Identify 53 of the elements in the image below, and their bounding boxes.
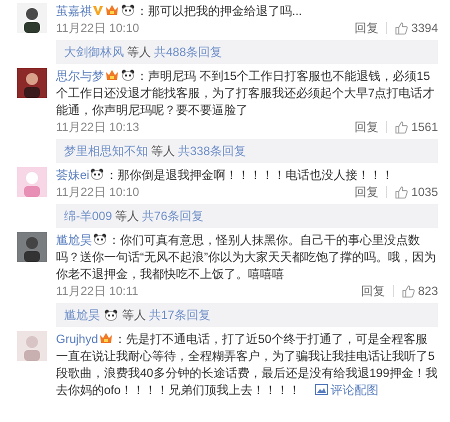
comment-text: 思尔与梦 ：声明尼玛 不到15个工作日打客服也不能退钱，必须15个工作日还没退才能找客服，为了打客服我还必须起个大早7点打电话才能通，你声明尼玛呢？要不要逼脸了 bbox=[56, 68, 436, 119]
comment-text: 茧嘉祺 ：那可以把我的押金给退了吗... bbox=[56, 3, 304, 20]
reply-others-label: 等人 bbox=[115, 208, 140, 225]
panda-face-icon bbox=[93, 233, 107, 245]
thumbs-up-icon bbox=[395, 186, 408, 198]
like-button[interactable]: 823 bbox=[402, 283, 438, 299]
comment-time: 11月22日 10:13 bbox=[56, 119, 140, 135]
like-button[interactable]: 1035 bbox=[395, 184, 438, 200]
replies-bar[interactable]: 绵-羊009 等人 共76条回复 bbox=[56, 204, 438, 228]
reply-user-name[interactable]: 大剑御林风 bbox=[64, 43, 124, 61]
reply-user-name[interactable]: 绵-羊009 bbox=[64, 207, 112, 225]
reply-count[interactable]: 共76条回复 bbox=[142, 207, 204, 225]
user-name[interactable]: 尴尬昊 bbox=[56, 233, 92, 247]
reply-link[interactable]: 回复 bbox=[360, 283, 385, 299]
reply-others-label: 等人 bbox=[127, 44, 151, 61]
reply-link[interactable]: 回复 bbox=[354, 20, 378, 36]
image-icon bbox=[314, 384, 328, 395]
panda-face-icon bbox=[121, 69, 135, 81]
comment-text: Grujhyd ：先是打不通电话，打了近50个终于打通了，可是全程客服一直在说让我耐心等待，全程糊弄客户，为了骗我让我挂电话让我听了5段歌曲，浪费我40多分钟的长途话费，最后还是没有给我退199押金！我去你妈的ofo！！！！兄弟们顶我上去！！！！ 评论配图 bbox=[56, 331, 438, 399]
user-name[interactable]: 茧嘉祺 bbox=[56, 4, 92, 18]
reply-user-name[interactable]: 尴尬昊 bbox=[64, 306, 100, 324]
comment-text: 尴尬昊 ：你们可真有意思，怪别人抹黑你。自己干的事心里没点数吗？送你一句话“无风不起浪”你以为大家天天都吃饱了撑的吗。哦，因为你老不退押金，我都快吃不上饭了。嘻嘻嘻 bbox=[56, 232, 437, 283]
replies-bar[interactable]: 大剑御林风 等人 共488条回复 bbox=[56, 40, 438, 64]
user-name[interactable]: 荟妹ei bbox=[56, 168, 90, 182]
crown-badge-icon bbox=[105, 69, 119, 81]
reply-link[interactable]: 回复 bbox=[354, 184, 378, 200]
reply-user-name[interactable]: 梦里相思知不知 bbox=[64, 142, 148, 160]
comment-time: 11月22日 10:10 bbox=[56, 184, 140, 200]
reply-count[interactable]: 共338条回复 bbox=[178, 142, 246, 160]
thumbs-up-icon bbox=[402, 284, 415, 298]
thumbs-up-icon bbox=[395, 120, 408, 134]
comment-image-link[interactable]: 评论配图 bbox=[314, 383, 379, 397]
replies-bar[interactable]: 梦里相思知不知 等人 共338条回复 bbox=[56, 139, 438, 163]
thumbs-up-icon bbox=[395, 22, 408, 34]
crown-badge-icon bbox=[99, 332, 114, 344]
panda-face-icon bbox=[104, 309, 118, 321]
panda-face-icon bbox=[121, 4, 135, 16]
reply-others-label: 等人 bbox=[122, 307, 146, 324]
panda-face-icon bbox=[90, 168, 104, 180]
comment-text: 荟妹ei ：那你倒是退我押金啊！！！！！电话也没人接！！！ bbox=[56, 167, 394, 184]
crown-badge-icon bbox=[105, 4, 119, 16]
reply-link[interactable]: 回复 bbox=[354, 119, 378, 135]
reply-count[interactable]: 共17条回复 bbox=[149, 306, 210, 324]
reply-count[interactable]: 共488条回复 bbox=[154, 43, 222, 61]
replies-bar[interactable]: 尴尬昊 等人 共17条回复 bbox=[56, 303, 438, 327]
like-button[interactable]: 3394 bbox=[395, 20, 438, 36]
user-name[interactable]: 思尔与梦 bbox=[56, 69, 104, 83]
comment-time: 11月22日 10:10 bbox=[56, 20, 140, 36]
reply-others-label: 等人 bbox=[151, 143, 175, 160]
verified-v-icon bbox=[93, 5, 103, 16]
like-button[interactable]: 1561 bbox=[395, 119, 438, 135]
comment-time: 11月22日 10:11 bbox=[56, 283, 138, 299]
user-name[interactable]: Grujhyd bbox=[56, 332, 98, 346]
